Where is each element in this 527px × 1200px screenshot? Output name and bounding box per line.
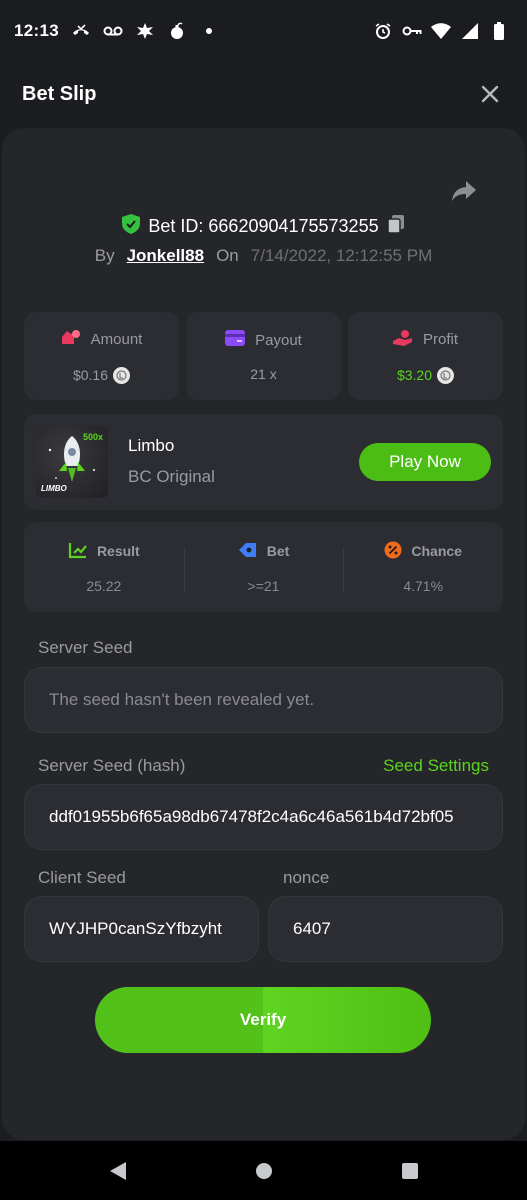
server-seed-hash-value: ddf01955b6f65a98db67478f2c4a6c46a561b4d7… xyxy=(49,807,454,826)
game-card: 500x LIMBO Limbo BC Original Play Now xyxy=(24,414,503,510)
thumb-label: LIMBO xyxy=(41,484,67,493)
game-name: Limbo xyxy=(128,436,175,455)
client-seed-value: WYJHP0canSzYfbzyht xyxy=(49,919,222,938)
share-button[interactable] xyxy=(449,176,479,206)
home-circle-icon xyxy=(255,1162,272,1179)
thumb-badge: 500x xyxy=(82,432,103,442)
profit-card: Profit $3.20 xyxy=(348,312,503,400)
wifi-icon xyxy=(431,21,451,41)
profit-icon xyxy=(392,329,413,351)
notification-dot-icon xyxy=(199,21,219,41)
percent-icon xyxy=(384,541,402,562)
star-icon xyxy=(135,21,155,41)
bet-id: Bet ID: 66620904175573255 xyxy=(148,216,379,236)
seed-settings-link[interactable]: Seed Settings xyxy=(383,756,489,776)
payout-icon xyxy=(225,330,246,350)
alarm-icon xyxy=(373,21,393,41)
result-chart-icon xyxy=(68,541,88,562)
nonce-field[interactable]: 6407 xyxy=(268,896,503,962)
back-triangle-icon xyxy=(109,1161,126,1180)
bet-meta-row: By Jonkell88 On 7/14/2022, 12:12:55 PM xyxy=(2,246,525,266)
voicemail-icon xyxy=(103,21,123,41)
chance-column: Chance 4.71% xyxy=(343,541,503,594)
nonce-value: 6407 xyxy=(293,919,331,938)
username-link[interactable]: Jonkell88 xyxy=(127,246,205,266)
payout-label: Payout xyxy=(255,331,302,349)
client-seed-label: Client Seed xyxy=(38,868,126,887)
amount-icon xyxy=(61,329,81,351)
by-label: By xyxy=(94,246,115,265)
result-column: Result 25.22 xyxy=(24,541,184,594)
payout-card: Payout 21 x xyxy=(186,312,341,400)
close-button[interactable] xyxy=(475,79,505,109)
missed-call-icon xyxy=(71,21,91,41)
bet-stats: Amount $0.16 Payout 21 x Profit $3.20 xyxy=(24,312,503,400)
recents-square-icon xyxy=(401,1162,418,1179)
server-seed-label: Server Seed xyxy=(38,638,133,657)
system-nav-bar xyxy=(0,1141,527,1200)
battery-icon xyxy=(489,21,509,41)
amount-value: $0.16 xyxy=(72,367,109,383)
chance-label: Chance xyxy=(411,543,462,559)
signal-icon xyxy=(460,21,480,41)
server-seed-placeholder: The seed hasn't been revealed yet. xyxy=(49,690,315,709)
play-now-button[interactable]: Play Now xyxy=(359,443,491,481)
chance-value: 4.71% xyxy=(403,577,444,594)
limbo-thumbnail[interactable]: 500x LIMBO xyxy=(36,426,108,498)
server-seed-hash-field[interactable]: ddf01955b6f65a98db67478f2c4a6c46a561b4d7… xyxy=(24,784,503,850)
bet-id-row: Bet ID: 66620904175573255 xyxy=(2,214,525,239)
amount-label: Amount xyxy=(90,331,143,348)
status-bar: 12:13 xyxy=(0,0,527,62)
bet-label: Bet xyxy=(266,543,290,559)
page-title: Bet Slip xyxy=(22,82,97,105)
result-card: Result 25.22 Bet >=21 Chance 4.71% xyxy=(24,522,503,612)
bet-column: Bet >=21 xyxy=(183,541,344,594)
profit-value: $3.20 xyxy=(396,367,433,383)
bomb-icon xyxy=(167,21,187,41)
coin-icon xyxy=(113,366,131,384)
close-icon xyxy=(481,85,499,103)
bet-tag-icon xyxy=(238,541,258,562)
recents-button[interactable] xyxy=(399,1160,421,1182)
result-value: 25.22 xyxy=(86,577,122,594)
share-icon xyxy=(452,181,476,201)
back-button[interactable] xyxy=(107,1160,129,1182)
result-label: Result xyxy=(96,543,140,559)
payout-value: 21 x xyxy=(250,366,277,382)
server-seed-field[interactable]: The seed hasn't been revealed yet. xyxy=(24,667,503,733)
home-button[interactable] xyxy=(253,1160,275,1182)
status-time: 12:13 xyxy=(14,21,59,40)
server-seed-hash-label: Server Seed (hash) xyxy=(38,756,186,775)
profit-label: Profit xyxy=(422,331,458,348)
bet-datetime: 7/14/2022, 12:12:55 PM xyxy=(250,246,433,265)
amount-card: Amount $0.16 xyxy=(24,312,179,400)
bet-value: >=21 xyxy=(247,577,280,594)
copy-icon[interactable] xyxy=(386,214,405,239)
verified-shield-icon xyxy=(122,214,141,239)
coin-icon xyxy=(437,366,455,384)
verify-button[interactable]: Verify xyxy=(95,987,431,1053)
client-seed-field[interactable]: WYJHP0canSzYfbzyht xyxy=(24,896,259,962)
nonce-label: nonce xyxy=(283,868,330,887)
vpn-key-icon xyxy=(402,21,422,41)
bet-slip-sheet: Bet ID: 66620904175573255 By Jonkell88 O… xyxy=(2,128,525,1140)
bet-slip-header: Bet Slip xyxy=(0,62,527,126)
on-label: On xyxy=(216,246,239,265)
game-subtitle: BC Original xyxy=(128,467,215,486)
